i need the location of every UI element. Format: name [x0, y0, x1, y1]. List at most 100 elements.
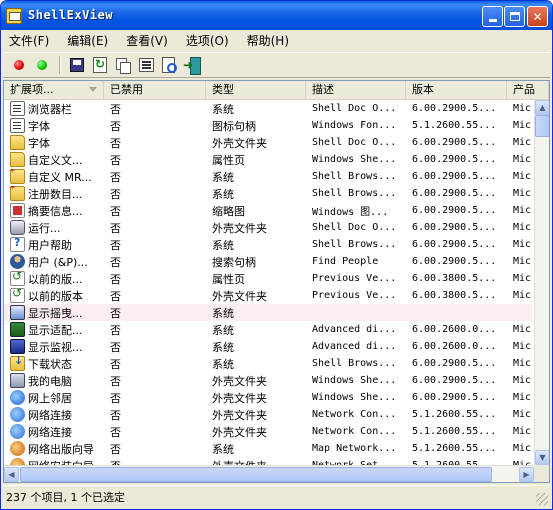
menu-file[interactable]: 文件(F): [7, 31, 51, 50]
table-row[interactable]: 运行... 否 外壳文件夹 Shell Doc O... 6.00.2900.5... M…: [4, 219, 532, 236]
app-icon: [6, 8, 22, 24]
scroll-left-button[interactable]: ◀: [4, 467, 19, 482]
refresh-button[interactable]: [90, 55, 110, 75]
exit-button[interactable]: [182, 55, 202, 75]
monitor-icon: [10, 339, 25, 354]
column-header-version[interactable]: 版本: [406, 81, 507, 99]
table-row[interactable]: 用户帮助 否 系统 Shell Brows... 6.00.2900.5... Micr: [4, 236, 532, 253]
menu-options[interactable]: 选项(O): [184, 31, 231, 50]
cell-extension-name: 网上邻居: [4, 390, 104, 406]
table-row[interactable]: 显示摇曳... 否 系统: [4, 304, 532, 321]
cell-disabled: 否: [110, 238, 121, 252]
cell-product: Micr: [513, 409, 532, 420]
toolbar-separator: [59, 56, 61, 74]
table-row[interactable]: 网络出版向导 否 系统 Map Network... 5.1.2600.55... Mic…: [4, 440, 532, 457]
cell-extension-name: 以前的版本: [4, 288, 104, 304]
title-bar[interactable]: ShellExView ✕: [1, 1, 552, 30]
find-button[interactable]: [159, 55, 179, 75]
table-row[interactable]: 显示适配... 否 系统 Advanced di... 6.00.2600.0... Mi…: [4, 321, 532, 338]
extension-name: 运行...: [28, 221, 61, 235]
scroll-right-button[interactable]: ▶: [519, 467, 534, 482]
table-row[interactable]: 自定义文... 否 属性页 Windows She... 6.00.2900.5... M…: [4, 151, 532, 168]
cell-description: Advanced di...: [312, 324, 397, 335]
column-header-label: 版本: [412, 83, 434, 96]
table-row[interactable]: 显示监视... 否 系统 Advanced di... 6.00.2600.0... Mi…: [4, 338, 532, 355]
cell-extension-name: 摘要信息...: [4, 203, 104, 219]
table-row[interactable]: 下载状态 否 系统 Shell Brows... 6.00.2900.5... Micr: [4, 355, 532, 372]
menu-view[interactable]: 查看(V): [124, 31, 170, 50]
cell-description: Shell Doc O...: [312, 103, 397, 114]
disable-red-dot-icon: [14, 60, 24, 70]
minimize-button[interactable]: [482, 6, 503, 27]
extensions-list[interactable]: 扩展项... 已禁用 类型 描述 版本 产品 浏览器栏否系统 Shell Doc …: [3, 80, 550, 483]
column-header-extension[interactable]: 扩展项...: [4, 81, 104, 99]
table-row[interactable]: 网络连接 否 外壳文件夹 Network Con... 5.1.2600.55... Mi…: [4, 406, 532, 423]
resize-grip-icon[interactable]: [536, 493, 548, 505]
cell-description: Shell Brows...: [312, 239, 397, 250]
table-row[interactable]: 我的电脑 否 外壳文件夹 Windows She... 6.00.2900.5... Mi…: [4, 372, 532, 389]
horizontal-scroll-thumb[interactable]: [20, 467, 492, 482]
cell-disabled: 否: [110, 153, 121, 167]
cell-extension-name: 自定义文...: [4, 152, 104, 168]
cell-product: Micr: [513, 273, 532, 284]
cell-product: Micr: [513, 239, 532, 250]
column-header-label: 描述: [312, 83, 334, 96]
computer-icon: [10, 373, 25, 388]
vertical-scroll-thumb[interactable]: [535, 115, 549, 137]
adv-icon: [10, 322, 25, 337]
network-icon: [10, 390, 25, 405]
extension-name: 自定义文...: [28, 153, 83, 167]
column-header-type[interactable]: 类型: [206, 81, 306, 99]
extension-name: 显示摇曳...: [28, 306, 83, 320]
scroll-up-button[interactable]: ▲: [535, 100, 549, 115]
column-header-disabled[interactable]: 已禁用: [104, 81, 206, 99]
cell-version: 6.00.2900.5...: [412, 392, 497, 403]
save-button[interactable]: [67, 55, 87, 75]
cell-disabled: 否: [110, 221, 121, 235]
cell-disabled: 否: [110, 102, 121, 116]
vertical-scrollbar[interactable]: ▲ ▼: [534, 100, 549, 465]
table-row[interactable]: 摘要信息... 否 缩略图 Windows 图... 6.00.2900.5... Mic…: [4, 202, 532, 219]
column-header-label: 产品: [513, 83, 535, 96]
properties-button[interactable]: [136, 55, 156, 75]
disable-button[interactable]: [9, 55, 29, 75]
extension-name: 网络连接: [28, 408, 72, 422]
maximize-button[interactable]: [504, 6, 525, 27]
horizontal-scrollbar[interactable]: ◀ ▶: [4, 465, 534, 482]
extension-name: 显示监视...: [28, 340, 83, 354]
table-row[interactable]: 用户 (&P)... 否 搜索句柄 Find People 6.00.2900.5...…: [4, 253, 532, 270]
column-header-description[interactable]: 描述: [306, 81, 406, 99]
table-row[interactable]: 以前的版本 否 外壳文件夹 Previous Ve... 6.00.3800.5... M…: [4, 287, 532, 304]
menu-help[interactable]: 帮助(H): [245, 31, 291, 50]
cell-disabled: 否: [110, 272, 121, 286]
cell-version: 5.1.2600.55...: [412, 409, 497, 420]
table-row[interactable]: 注册数目... 否 系统 Shell Brows... 6.00.2900.5... Mi…: [4, 185, 532, 202]
chevron-down-icon: ▼: [539, 453, 546, 462]
menu-edit[interactable]: 编辑(E): [65, 31, 110, 50]
table-row[interactable]: 以前的版... 否 属性页 Previous Ve... 6.00.3800.5... M…: [4, 270, 532, 287]
table-row[interactable]: 字体 否 外壳文件夹 Shell Doc O... 6.00.2900.5... Micr: [4, 134, 532, 151]
cell-disabled: 否: [110, 408, 121, 422]
table-row[interactable]: 浏览器栏 否 系统 Shell Doc O... 6.00.2900.5... Micr: [4, 100, 532, 117]
column-header-product[interactable]: 产品: [507, 81, 549, 99]
enable-button[interactable]: [32, 55, 52, 75]
table-row[interactable]: 自定义 MR... 否 系统 Shell Brows... 6.00.2900.5...…: [4, 168, 532, 185]
table-row[interactable]: 字体 否 图标句柄 Windows Fon... 5.1.2600.55... Micr: [4, 117, 532, 134]
window-title: ShellExView: [28, 8, 113, 22]
netcon-icon: [10, 424, 25, 439]
star-icon: [8, 169, 25, 184]
cell-type: 外壳文件夹: [212, 136, 267, 150]
extension-name: 网上邻居: [28, 391, 72, 405]
cell-disabled: 否: [110, 374, 121, 388]
find-icon: [161, 57, 177, 73]
copy-button[interactable]: [113, 55, 133, 75]
cell-type: 搜索句柄: [212, 255, 256, 269]
scroll-down-button[interactable]: ▼: [535, 450, 549, 465]
close-button[interactable]: ✕: [527, 6, 548, 27]
table-row[interactable]: 网上邻居 否 外壳文件夹 Windows She... 6.00.2900.5... Mi…: [4, 389, 532, 406]
drive-icon: [10, 220, 25, 235]
cell-product: Micr: [513, 188, 532, 199]
cell-version: 5.1.2600.55...: [412, 120, 497, 131]
cell-type: 外壳文件夹: [212, 289, 267, 303]
table-row[interactable]: 网络连接 否 外壳文件夹 Network Con... 5.1.2600.55... Mi…: [4, 423, 532, 440]
